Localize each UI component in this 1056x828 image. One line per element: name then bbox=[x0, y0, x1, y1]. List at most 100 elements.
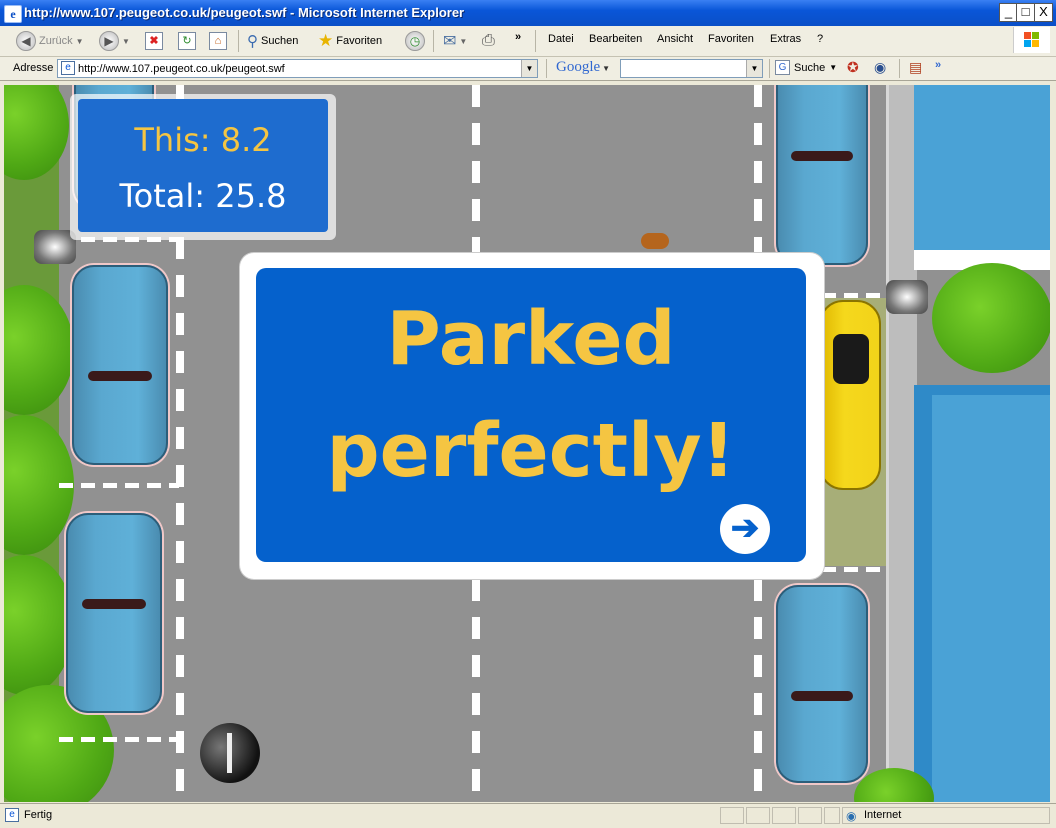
page-done-icon: e bbox=[5, 808, 19, 822]
refresh-icon: ↻ bbox=[178, 32, 196, 50]
status-panel bbox=[798, 807, 822, 824]
tree bbox=[932, 263, 1050, 373]
google-dropdown-icon[interactable]: ▼ bbox=[600, 64, 610, 73]
toolbar-separator bbox=[433, 30, 434, 52]
toolbar-separator bbox=[535, 30, 536, 52]
star-icon: ★ bbox=[318, 31, 334, 50]
status-bar: e Fertig ◉ Internet bbox=[0, 803, 1056, 828]
home-button[interactable]: ⌂ bbox=[209, 30, 227, 52]
player-car bbox=[819, 300, 881, 490]
parked-car bbox=[66, 513, 162, 713]
forward-button[interactable]: ▶ ▼ bbox=[99, 30, 130, 52]
score-total: Total: 25.8 bbox=[119, 177, 287, 215]
building-roof bbox=[932, 395, 1050, 802]
result-message-inner: Parked perfectly! ➔ bbox=[256, 268, 806, 562]
tree bbox=[4, 555, 74, 695]
security-zone-panel: ◉ Internet bbox=[842, 807, 1050, 824]
refresh-button[interactable]: ↻ bbox=[178, 30, 196, 52]
close-button[interactable]: X bbox=[1034, 3, 1053, 22]
status-panel bbox=[824, 807, 840, 824]
status-panel bbox=[746, 807, 770, 824]
ie-logo-icon: e bbox=[4, 5, 22, 23]
back-button[interactable]: ◀ Zurück ▼ bbox=[16, 30, 84, 52]
mail-icon: ✉ bbox=[443, 33, 457, 50]
windows-logo-icon bbox=[1013, 27, 1050, 53]
standard-toolbar: ◀ Zurück ▼ ▶ ▼ ✖ ↻ ⌂ ⚲ Suchen ★ Favorite… bbox=[0, 26, 1056, 57]
window-title: http://www.107.peugeot.co.uk/peugeot.swf… bbox=[24, 5, 465, 20]
popup-blocker-icon[interactable]: ▤ bbox=[909, 59, 922, 76]
google-more-button[interactable]: » bbox=[935, 59, 941, 71]
address-input[interactable]: e http://www.107.peugeot.co.uk/peugeot.s… bbox=[57, 59, 538, 78]
toolbar-separator bbox=[238, 30, 239, 52]
address-toolbar: Adresse e http://www.107.peugeot.co.uk/p… bbox=[0, 57, 1056, 81]
next-button[interactable]: ➔ bbox=[720, 504, 770, 554]
toolbar-separator bbox=[769, 59, 770, 78]
stop-button[interactable]: ✖ bbox=[145, 30, 163, 52]
search-button[interactable]: ⚲ Suchen bbox=[247, 30, 298, 52]
search-icon: ⚲ bbox=[247, 33, 258, 50]
menu-ansicht[interactable]: Ansicht bbox=[657, 33, 693, 45]
toolbar-more-button[interactable]: » bbox=[515, 26, 521, 48]
back-dropdown-icon[interactable]: ▼ bbox=[76, 37, 84, 46]
menu-help[interactable]: ? bbox=[817, 33, 823, 45]
arrow-right-circle-icon: ➔ bbox=[730, 509, 760, 547]
parking-line bbox=[59, 483, 179, 488]
toolbar-separator bbox=[546, 59, 547, 78]
tree bbox=[4, 285, 74, 415]
status-text: Fertig bbox=[24, 809, 53, 821]
zone-label: Internet bbox=[864, 809, 902, 821]
google-search-label: Suche bbox=[794, 61, 826, 74]
maximize-button[interactable]: □ bbox=[1016, 3, 1035, 22]
building bbox=[914, 85, 1050, 265]
message-line-1: Parked bbox=[386, 296, 676, 382]
score-this: This: 8.2 bbox=[134, 121, 272, 159]
flash-game-canvas[interactable]: This: 8.2 Total: 25.8 Parked perfectly! … bbox=[4, 85, 1050, 802]
stop-icon: ✖ bbox=[145, 32, 163, 50]
pagerank-icon[interactable]: ✪ bbox=[847, 59, 859, 76]
history-icon: ◷ bbox=[405, 31, 425, 51]
back-label: Zurück bbox=[39, 35, 73, 47]
home-icon: ⌂ bbox=[209, 32, 227, 50]
title-bar: e http://www.107.peugeot.co.uk/peugeot.s… bbox=[0, 0, 1056, 26]
forward-dropdown-icon[interactable]: ▼ bbox=[122, 37, 130, 46]
address-dropdown-icon[interactable]: ▼ bbox=[521, 60, 537, 77]
globe-icon: ◉ bbox=[846, 809, 857, 823]
printer-icon: ⎙ bbox=[482, 32, 495, 49]
menu-bearbeiten[interactable]: Bearbeiten bbox=[589, 33, 642, 45]
parked-car bbox=[72, 265, 168, 465]
status-panel bbox=[772, 807, 796, 824]
google-search-dropdown-icon[interactable]: ▼ bbox=[746, 60, 762, 77]
print-button[interactable]: ⎙ bbox=[482, 30, 495, 52]
tree bbox=[4, 85, 69, 180]
right-sidewalk bbox=[886, 85, 917, 802]
mail-dropdown-icon[interactable]: ▼ bbox=[459, 37, 467, 46]
result-message-panel: Parked perfectly! ➔ bbox=[240, 253, 824, 579]
globe-icon[interactable]: ◉ bbox=[874, 59, 886, 76]
google-search-input[interactable]: ▼ bbox=[620, 59, 763, 78]
favorites-button[interactable]: ★ Favoriten bbox=[318, 30, 382, 52]
menu-datei[interactable]: Datei bbox=[548, 33, 574, 45]
suche-dropdown-icon[interactable]: ▼ bbox=[829, 63, 837, 72]
address-url: http://www.107.peugeot.co.uk/peugeot.swf bbox=[78, 63, 285, 75]
favorites-label: Favoriten bbox=[336, 35, 383, 47]
toolbar-separator bbox=[899, 59, 900, 78]
address-label: Adresse bbox=[13, 62, 54, 74]
message-line-2: perfectly! bbox=[326, 408, 736, 494]
google-g-icon: G bbox=[775, 60, 790, 75]
lamp-post bbox=[886, 280, 928, 314]
mail-button[interactable]: ✉ ▼ bbox=[443, 30, 467, 52]
menu-extras[interactable]: Extras bbox=[770, 33, 801, 45]
google-logo[interactable]: Google ▼ bbox=[556, 59, 610, 76]
dog-sprite bbox=[641, 233, 669, 249]
parked-car bbox=[776, 585, 868, 783]
score-panel: This: 8.2 Total: 25.8 bbox=[70, 94, 336, 240]
menu-favoriten[interactable]: Favoriten bbox=[708, 33, 754, 45]
page-icon: e bbox=[61, 61, 75, 75]
forward-arrow-icon: ▶ bbox=[99, 31, 119, 51]
google-search-button[interactable]: G Suche ▼ bbox=[775, 60, 837, 75]
back-arrow-icon: ◀ bbox=[16, 31, 36, 51]
manhole-cover bbox=[200, 723, 260, 783]
history-button[interactable]: ◷ bbox=[405, 30, 425, 52]
score-panel-inner: This: 8.2 Total: 25.8 bbox=[78, 99, 328, 232]
parking-line bbox=[59, 737, 179, 742]
